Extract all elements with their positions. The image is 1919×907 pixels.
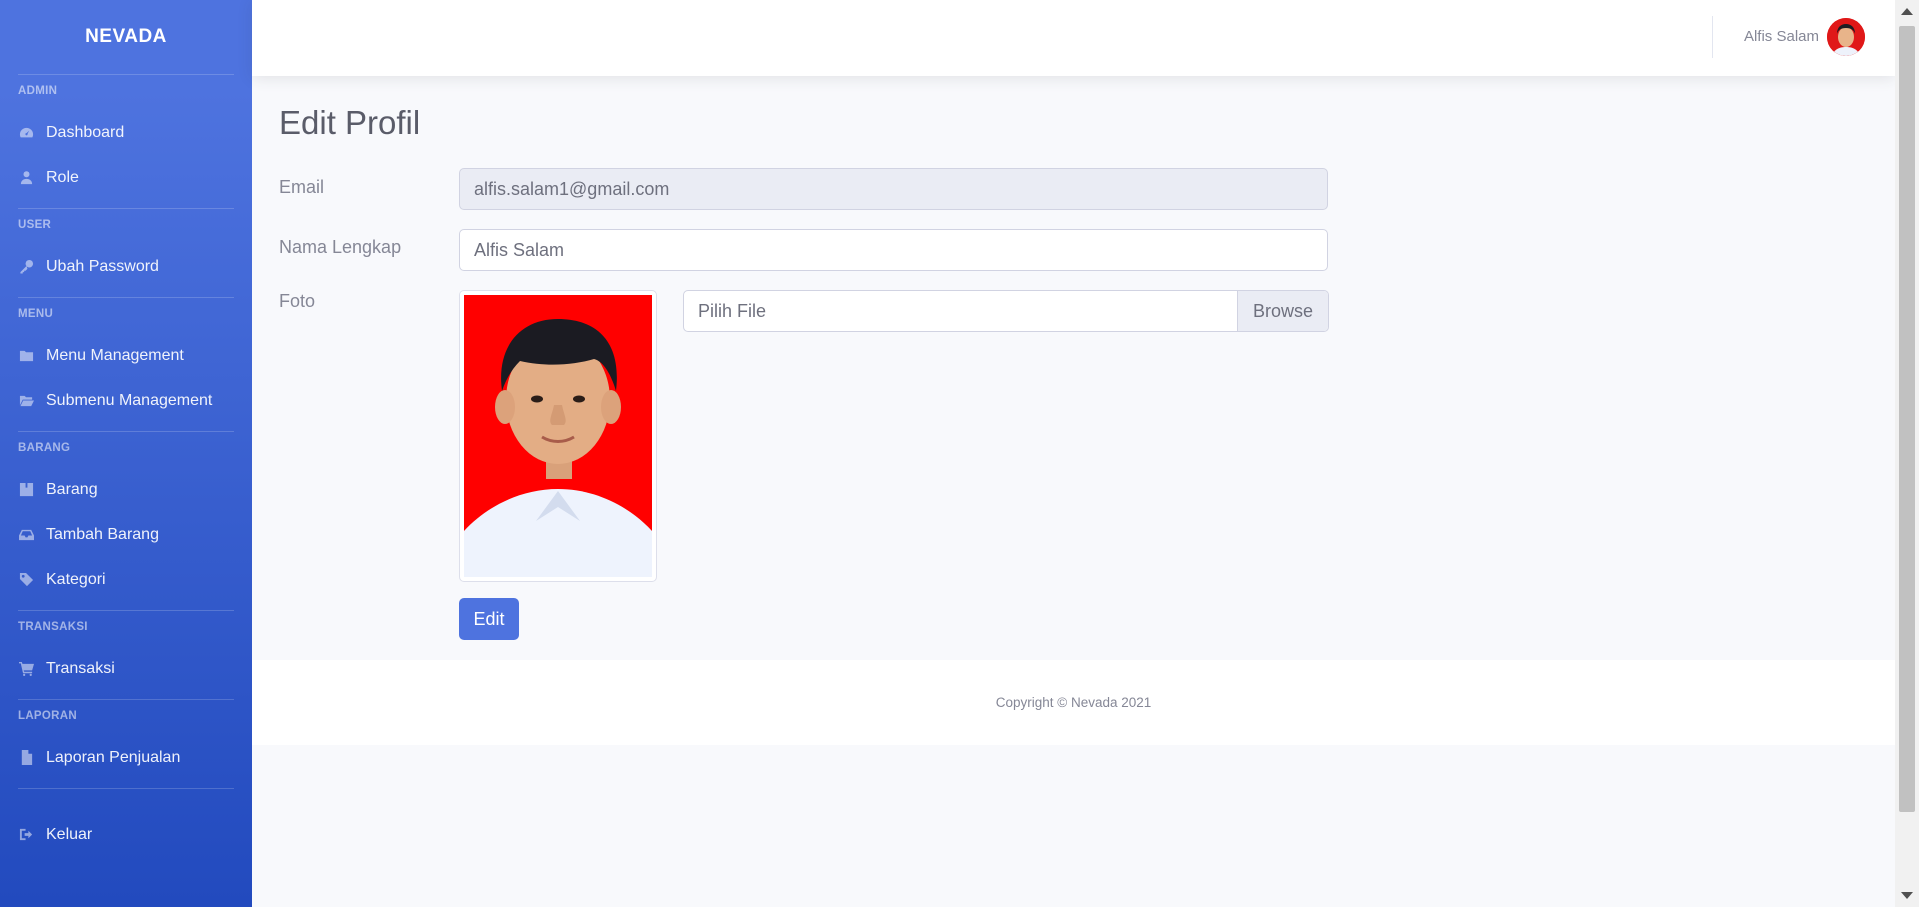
topbar: Alfis Salam	[252, 0, 1895, 76]
sidebar-item-label: Ubah Password	[46, 257, 159, 275]
topbar-user-name[interactable]: Alfis Salam	[1744, 28, 1819, 45]
file-icon	[18, 750, 34, 766]
sidebar-item-barang[interactable]: Barang	[0, 467, 252, 512]
user-icon	[18, 170, 34, 186]
sidebar-divider	[18, 788, 234, 789]
email-field[interactable]	[459, 168, 1328, 210]
topbar-divider	[1712, 16, 1713, 58]
sidebar-item-label: Menu Management	[46, 346, 184, 364]
avatar[interactable]	[1827, 18, 1865, 56]
tags-icon	[18, 572, 34, 588]
sidebar-item-label: Kategori	[46, 570, 106, 588]
sidebar: NEVADA ADMIN Dashboard Role USER Ubah Pa…	[0, 0, 252, 907]
sidebar-heading-barang: BARANG	[18, 442, 71, 454]
full-name-field[interactable]	[459, 229, 1328, 271]
photo-file-input[interactable]: Pilih File Browse	[683, 290, 1329, 332]
key-icon	[18, 259, 34, 275]
profile-photo-image	[464, 295, 652, 577]
sidebar-heading-laporan: LAPORAN	[18, 710, 77, 722]
sidebar-item-keluar[interactable]: Keluar	[0, 812, 252, 857]
edit-submit-button[interactable]: Edit	[459, 598, 519, 640]
sidebar-item-label: Laporan Penjualan	[46, 748, 181, 766]
name-label: Nama Lengkap	[279, 237, 402, 257]
photo-label: Foto	[279, 291, 316, 311]
sidebar-item-label: Tambah Barang	[46, 525, 159, 543]
sidebar-heading-menu: MENU	[18, 308, 54, 320]
folder-icon	[18, 348, 34, 364]
sidebar-item-dashboard[interactable]: Dashboard	[0, 110, 252, 155]
sidebar-item-transaksi[interactable]: Transaksi	[0, 646, 252, 691]
sidebar-item-menu-management[interactable]: Menu Management	[0, 333, 252, 378]
sidebar-heading-user: USER	[18, 219, 52, 231]
page-scrollbar[interactable]	[1895, 0, 1919, 907]
page-title: Edit Profil	[279, 104, 421, 141]
sidebar-heading-transaksi: TRANSAKSI	[18, 621, 88, 633]
scroll-up-arrow-icon[interactable]	[1901, 8, 1913, 15]
sidebar-item-label: Transaksi	[46, 659, 115, 677]
inbox-icon	[18, 527, 34, 543]
sidebar-item-label: Barang	[46, 480, 98, 498]
sidebar-item-role[interactable]: Role	[0, 155, 252, 200]
cart-icon	[18, 661, 34, 677]
box-icon	[18, 482, 34, 498]
sidebar-item-ubah-password[interactable]: Ubah Password	[0, 244, 252, 289]
email-label: Email	[279, 177, 325, 197]
browse-button[interactable]: Browse	[1237, 291, 1328, 331]
profile-photo	[459, 290, 657, 582]
dashboard-gauge-icon	[18, 125, 34, 141]
sidebar-item-label: Submenu Management	[46, 391, 213, 409]
sidebar-item-submenu-management[interactable]: Submenu Management	[0, 378, 252, 423]
sidebar-item-label: Keluar	[46, 825, 93, 843]
copyright-text: Copyright © Nevada 2021	[995, 695, 1152, 710]
footer: Copyright © Nevada 2021	[252, 660, 1895, 745]
file-input-placeholder[interactable]: Pilih File	[684, 291, 1237, 331]
scroll-down-arrow-icon[interactable]	[1901, 892, 1913, 899]
sidebar-item-laporan-penjualan[interactable]: Laporan Penjualan	[0, 735, 252, 780]
sidebar-heading-admin: ADMIN	[18, 85, 58, 97]
sidebar-item-kategori[interactable]: Kategori	[0, 557, 252, 602]
brand-logo[interactable]: NEVADA	[0, 0, 252, 74]
sidebar-item-label: Role	[46, 168, 79, 186]
sign-out-icon	[18, 827, 34, 843]
scrollbar-thumb[interactable]	[1899, 26, 1915, 812]
folder-open-icon	[18, 393, 34, 409]
sidebar-item-tambah-barang[interactable]: Tambah Barang	[0, 512, 252, 557]
sidebar-item-label: Dashboard	[46, 123, 125, 141]
